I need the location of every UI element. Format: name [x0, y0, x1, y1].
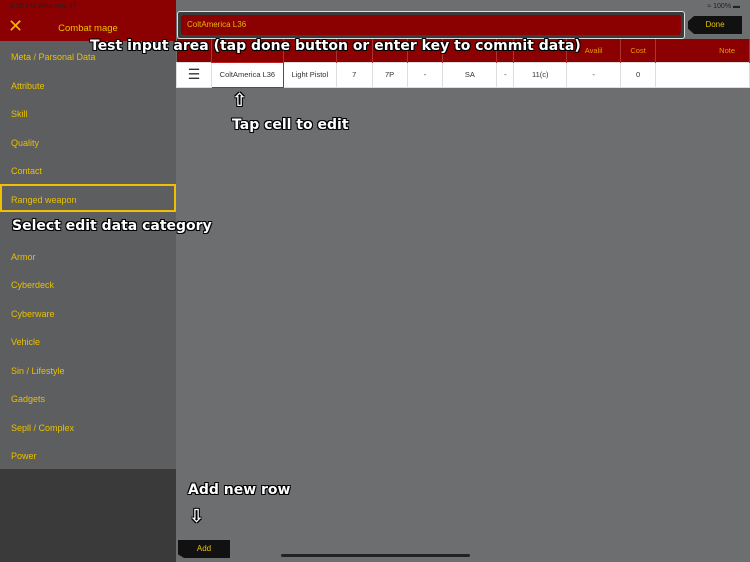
category-item[interactable]: Power — [0, 440, 176, 469]
row-menu-icon[interactable]: ☰ — [176, 61, 212, 88]
annotation-input: Test input area (tap done button or ente… — [90, 38, 581, 54]
category-list: Meta / Parsonal Data Attribute Skill Qua… — [0, 41, 176, 469]
input-bar: ColtAmerica L36 Done — [176, 11, 750, 39]
category-item[interactable]: Sin / Lifestyle — [0, 355, 176, 384]
arrow-up-icon: ⇧ — [232, 90, 248, 111]
category-item[interactable]: Cyberdeck — [0, 269, 176, 298]
battery-status: ≈ 100% ▬ — [707, 3, 740, 10]
column-header: Note — [655, 39, 750, 62]
table-cell[interactable]: SA — [442, 61, 498, 88]
table-cell[interactable]: - — [566, 61, 622, 88]
table-cell[interactable]: 7P — [371, 61, 408, 88]
sidebar: ✕ Combat mage Meta / Parsonal Data Attri… — [0, 0, 176, 562]
home-indicator — [281, 554, 470, 557]
category-item[interactable]: Armor — [0, 241, 176, 270]
add-row-button[interactable]: Add — [178, 540, 230, 558]
annotation-cell: Tap cell to edit — [232, 117, 349, 133]
category-item-selected[interactable]: Ranged weapon — [0, 183, 176, 212]
category-item[interactable]: Contact — [0, 155, 176, 184]
annotation-add: Add new row — [188, 482, 291, 498]
table-cell[interactable]: 7 — [335, 61, 373, 88]
annotation-category: Select edit data category — [12, 218, 212, 234]
category-item[interactable]: Quality — [0, 127, 176, 156]
table-cell[interactable]: 0 — [620, 61, 657, 88]
battery-level: 100% — [713, 3, 732, 10]
table-cell[interactable]: ColtAmerica L36 — [210, 61, 284, 88]
table-row: ☰ ColtAmerica L36 Light Pistol 7 7P - SA… — [176, 61, 750, 88]
text-input[interactable]: ColtAmerica L36 — [177, 11, 685, 39]
status-time: 4:36 PM Wed Nov 27 — [10, 3, 77, 10]
table-cell[interactable]: 11(c) — [513, 61, 568, 88]
table-cell[interactable] — [655, 61, 750, 88]
category-item[interactable]: Cyberware — [0, 298, 176, 327]
status-bar: 4:36 PM Wed Nov 27 ≈ 100% ▬ — [0, 0, 750, 12]
category-item[interactable]: Sepll / Complex — [0, 412, 176, 441]
category-item[interactable]: Vehicle — [0, 326, 176, 355]
table-cell[interactable]: - — [496, 61, 515, 88]
category-item[interactable]: Attribute — [0, 70, 176, 99]
table-cell[interactable]: Light Pistol — [282, 61, 337, 88]
arrow-down-icon: ⇩ — [189, 506, 205, 527]
category-item[interactable]: Skill — [0, 98, 176, 127]
done-button[interactable]: Done — [688, 16, 742, 34]
character-title: Combat mage — [58, 23, 118, 34]
column-header: Cost — [620, 39, 657, 62]
table-cell[interactable]: - — [406, 61, 444, 88]
category-item[interactable]: Gadgets — [0, 383, 176, 412]
text-input-value[interactable]: ColtAmerica L36 — [181, 15, 681, 35]
